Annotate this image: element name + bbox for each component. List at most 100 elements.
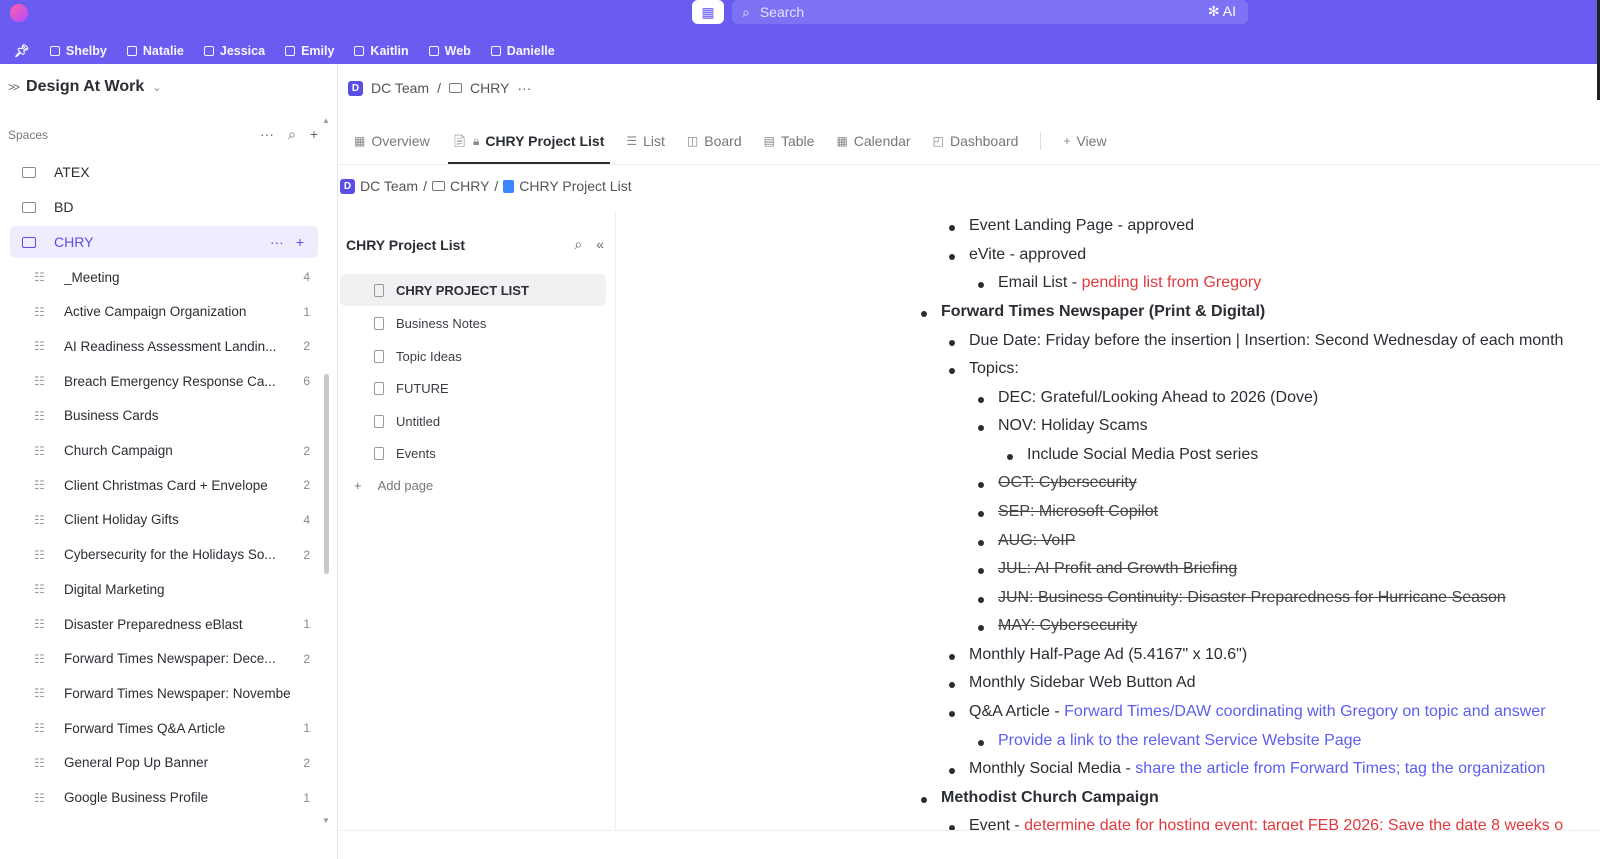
favorite-emily[interactable]: Emily (285, 44, 334, 58)
list-item-label: Client Christmas Card + Envelope (64, 477, 268, 493)
list-icon: ☷ (34, 582, 45, 597)
top-bar: ▦ ⌕ Search ✻ AI 📌︎ Shelby Natalie Jessic… (0, 0, 1600, 64)
favorite-shelby[interactable]: Shelby (49, 44, 107, 58)
list-item: Include Social Media Post series (1007, 446, 1258, 464)
breadcrumb-folder[interactable]: CHRY (450, 178, 489, 194)
search-icon[interactable]: ⌕ (574, 236, 582, 253)
tab-overview[interactable]: ▦ Overview (354, 118, 430, 164)
lock-icon: 🔒︎ (472, 133, 480, 148)
list-icon: ☷ (34, 443, 45, 458)
sidebar-list-item[interactable]: ☷ Client Christmas Card + Envelope 2 (34, 470, 310, 500)
sidebar-list-item[interactable]: ☷ Digital Marketing (34, 574, 310, 604)
scroll-up-icon[interactable]: ▲ (322, 116, 330, 125)
list-item: Event Landing Page - approved (949, 217, 1194, 235)
plus-icon[interactable]: + (296, 234, 304, 250)
favorite-jessica[interactable]: Jessica (203, 44, 265, 58)
list-item-count: 1 (303, 721, 310, 736)
breadcrumb-folder[interactable]: CHRY (470, 80, 509, 96)
collapse-icon[interactable]: « (596, 236, 604, 253)
favorite-web[interactable]: Web (428, 44, 471, 58)
sidebar-list-item[interactable]: ☷ Business Cards (34, 401, 310, 431)
doc-icon (428, 46, 439, 56)
doc-content[interactable]: Event Landing Page - approved eVite - ap… (616, 212, 1600, 830)
page-business-notes[interactable]: Business Notes (340, 307, 606, 339)
list-item: Due Date: Friday before the insertion | … (949, 332, 1563, 350)
list-icon: ☷ (34, 304, 45, 319)
list-icon: ☷ (34, 547, 45, 562)
list-icon: ☰ (626, 134, 638, 148)
breadcrumb-separator: / (437, 80, 441, 96)
sidebar-list-item[interactable]: ☷ Active Campaign Organization 1 (34, 297, 310, 327)
list-icon: ☷ (34, 408, 45, 423)
favorite-natalie[interactable]: Natalie (126, 44, 184, 58)
scroll-down-icon[interactable]: ▼ (322, 816, 330, 825)
list-item: eVite - approved (949, 246, 1086, 264)
list-item-label: Breach Emergency Response Ca... (64, 373, 276, 389)
sidebar-list-item[interactable]: ☷ _Meeting 4 (34, 262, 310, 292)
sidebar-scrollbar[interactable] (324, 374, 329, 574)
sidebar-list-item[interactable]: ☷ General Pop Up Banner 2 (34, 748, 310, 778)
sidebar-list-item[interactable]: ☷ Forward Times Newspaper: November (34, 678, 310, 708)
page-topic-ideas[interactable]: Topic Ideas (340, 340, 606, 372)
sidebar-list-item[interactable]: ☷ Client Holiday Gifts 4 (34, 505, 310, 535)
expand-sidebar-icon[interactable]: >> (8, 80, 20, 94)
tab-calendar[interactable]: ▦ Calendar (836, 118, 910, 164)
sidebar-list-item[interactable]: ☷ Breach Emergency Response Ca... 6 (34, 366, 310, 396)
add-page-button[interactable]: + Add page (354, 478, 433, 493)
search-placeholder: Search (759, 4, 805, 20)
ai-button[interactable]: ✻ AI (1208, 3, 1236, 20)
app-logo-icon[interactable] (10, 4, 28, 22)
space-bd[interactable]: BD (10, 191, 318, 223)
list-item: NOV: Holiday Scams (978, 417, 1148, 435)
sidebar-list-item[interactable]: ☷ Disaster Preparedness eBlast 1 (34, 609, 310, 639)
tab-chry-project-list[interactable]: 📄︎ 🔒︎ CHRY Project List (447, 118, 611, 164)
sidebar-list-item[interactable]: ☷ Cybersecurity for the Holidays So... 2 (34, 540, 310, 570)
add-view-button[interactable]: + View (1063, 118, 1106, 164)
list-item: JUL: AI Profit and Growth Briefing (978, 560, 1237, 578)
doc-icon (285, 46, 296, 56)
sidebar-list-item[interactable]: ☷ Google Business Profile 1 (34, 783, 310, 813)
sidebar-list-item[interactable]: ☷ Church Campaign 2 (34, 436, 310, 466)
more-icon[interactable]: ··· (517, 80, 531, 96)
folder-open-icon (22, 236, 36, 248)
breadcrumb-doc[interactable]: CHRY Project List (519, 178, 631, 194)
space-atex[interactable]: ATEX (10, 156, 318, 188)
list-item-label: _Meeting (64, 269, 120, 285)
plus-icon[interactable]: + (310, 126, 318, 143)
page-untitled[interactable]: Untitled (340, 405, 606, 437)
page-icon (374, 349, 384, 363)
breadcrumb: D DC Team / CHRY ··· (348, 80, 531, 96)
sidebar-list-item[interactable]: ☷ Forward Times Newspaper: Dece... 2 (34, 644, 310, 674)
breadcrumb-team[interactable]: DC Team (371, 80, 429, 96)
page-events[interactable]: Events (340, 437, 606, 469)
page-future[interactable]: FUTURE (340, 372, 606, 404)
list-item: DEC: Grateful/Looking Ahead to 2026 (Dov… (978, 389, 1318, 407)
folder-icon (448, 83, 462, 93)
favorite-kaitlin[interactable]: Kaitlin (354, 44, 409, 58)
more-icon[interactable]: ··· (270, 234, 284, 250)
workspace-switcher[interactable]: >> Design At Work ⌄ (8, 78, 161, 96)
more-icon[interactable]: ··· (260, 126, 274, 143)
search-input[interactable]: ⌕ Search ✻ AI (732, 0, 1248, 24)
list-item: Provide a link to the relevant Service W… (978, 732, 1361, 750)
sidebar-list-item[interactable]: ☷ Forward Times Q&A Article 1 (34, 713, 310, 743)
tab-dashboard[interactable]: ◰ Dashboard (933, 118, 1019, 164)
breadcrumb-team[interactable]: DC Team (360, 178, 418, 194)
tab-table[interactable]: ▤ Table (764, 118, 815, 164)
list-item-label: Client Holiday Gifts (64, 512, 179, 528)
search-icon[interactable]: ⌕ (288, 126, 296, 143)
space-chry[interactable]: CHRY ··· + (10, 226, 318, 258)
tab-list[interactable]: ☰ List (626, 118, 665, 164)
doc-icon (203, 46, 214, 56)
sidebar-list-item[interactable]: ☷ AI Readiness Assessment Landin... 2 (34, 331, 310, 361)
sidebar: >> Design At Work ⌄ Spaces ··· ⌕ + ▲ ATE… (0, 64, 338, 859)
favorite-danielle[interactable]: Danielle (490, 44, 555, 58)
space-badge-icon: D (340, 178, 355, 194)
pin-icon[interactable]: 📌︎ (14, 44, 30, 59)
list-item: Methodist Church Campaign (921, 789, 1159, 807)
page-chry-project-list[interactable]: CHRY PROJECT LIST (340, 274, 606, 306)
tab-board[interactable]: ◫ Board (687, 118, 742, 164)
calendar-icon[interactable]: ▦ (692, 0, 724, 24)
list-item-count: 2 (303, 478, 310, 493)
list-item: SEP: Microsoft Copilot (978, 503, 1158, 521)
